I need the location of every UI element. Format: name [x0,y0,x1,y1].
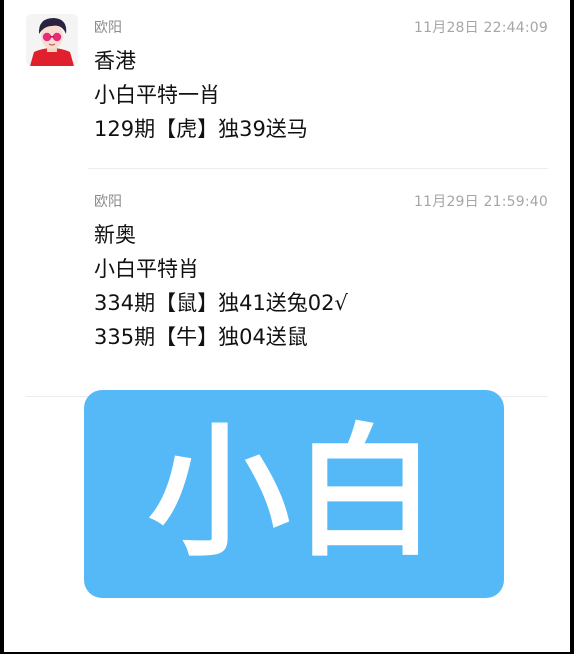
message-line: 334期【鼠】独41送兔02√ [94,291,348,315]
message-2-header: 欧阳 11月29日 21:59:40 [88,192,548,212]
message-line: 新奥 [94,223,136,247]
message-line: 香港 [94,49,136,73]
message-1[interactable]: 欧阳 11月28日 22:44:09 香港 小白平特一肖 129期【虎】独39送… [88,18,548,146]
message-1-header: 欧阳 11月28日 22:44:09 [88,18,548,38]
message-2[interactable]: 欧阳 11月29日 21:59:40 新奥 小白平特肖 334期【鼠】独41送兔… [88,192,548,354]
xiaobai-banner: 小白 [84,390,504,598]
message-1-body: 香港 小白平特一肖 129期【虎】独39送马 [88,44,548,146]
message-timestamp: 11月29日 21:59:40 [414,194,548,210]
message-line: 小白平特一肖 [94,83,220,107]
sender-name: 欧阳 [94,194,122,210]
chat-screen: 欧阳 11月28日 22:44:09 香港 小白平特一肖 129期【虎】独39送… [4,0,570,652]
sender-avatar[interactable] [26,14,78,66]
message-2-body: 新奥 小白平特肖 334期【鼠】独41送兔02√ 335期【牛】独04送鼠 [88,218,548,354]
message-line: 335期【牛】独04送鼠 [94,325,308,349]
message-timestamp: 11月28日 22:44:09 [414,20,548,36]
sender-name: 欧阳 [94,20,122,36]
message-divider [88,168,548,169]
message-line: 129期【虎】独39送马 [94,117,308,141]
user-avatar-icon [26,14,78,66]
message-line: 小白平特肖 [94,257,199,281]
